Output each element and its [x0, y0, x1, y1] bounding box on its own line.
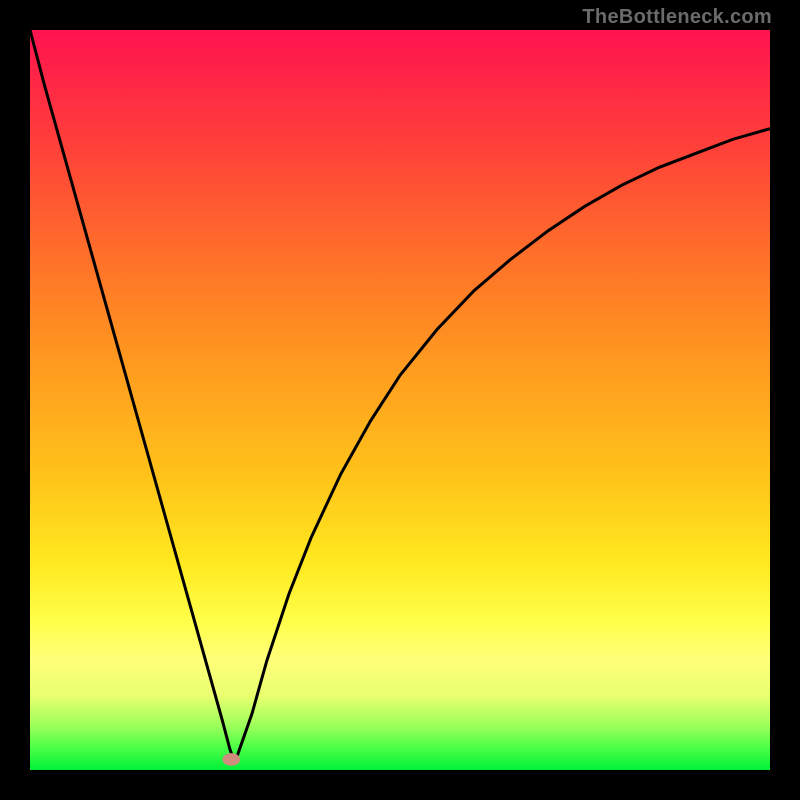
watermark-text: TheBottleneck.com [582, 6, 772, 29]
optimal-marker [222, 753, 240, 766]
chart-container: TheBottleneck.com [0, 0, 800, 800]
bottleneck-curve [30, 30, 770, 759]
chart-svg [30, 30, 770, 770]
